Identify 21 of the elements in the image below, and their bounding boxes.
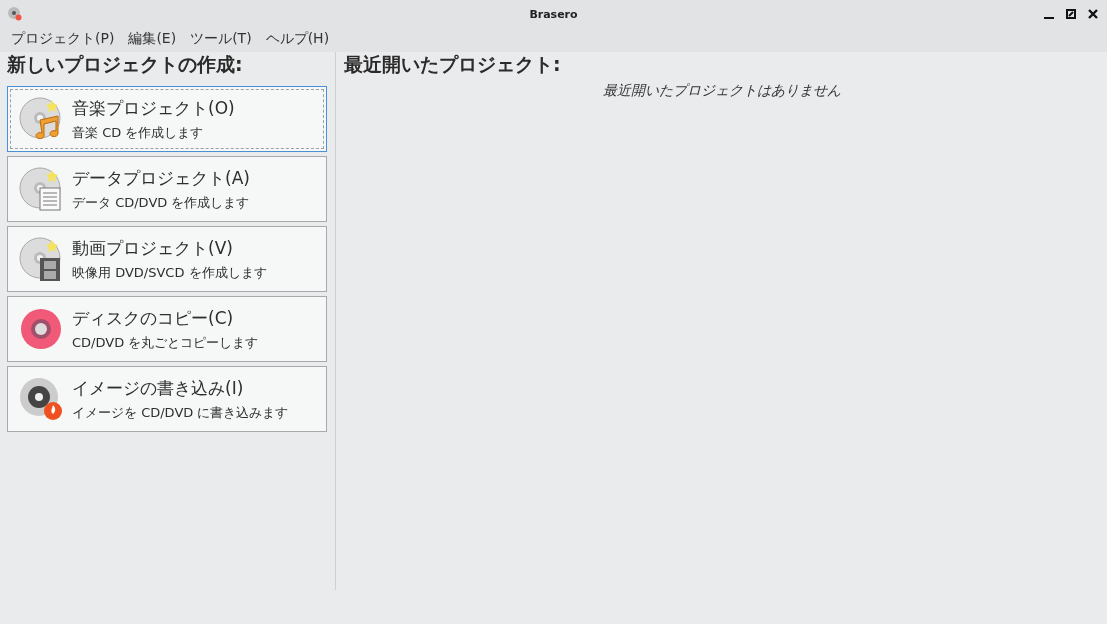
disc-document-icon [18,166,64,212]
empty-message: 最近開いたプロジェクトはありません [601,82,842,100]
project-button[interactable]: 動画プロジェクト(V) 映像用 DVD/SVCD を作成します [7,226,327,292]
window-title: Brasero [529,7,578,21]
section-heading: 最近開いたプロジェクト: [344,52,562,77]
disc-film-strip-icon [18,236,64,282]
menu-item[interactable]: 編集(E) [121,28,184,52]
close-icon[interactable] [1087,8,1099,20]
project-button[interactable]: ディスクのコピー(C) CD/DVD を丸ごとコピーします [7,296,327,362]
menu-item[interactable]: ツール(T) [183,28,259,52]
disc-music-note-icon [18,96,64,142]
section-heading: 新しいプロジェクトの作成: [7,52,244,77]
project-button[interactable]: イメージの書き込み(I) イメージを CD/DVD に書き込みます [7,366,327,432]
menu-item[interactable]: プロジェクト(P) [4,28,122,52]
maximize-icon[interactable] [1065,8,1077,20]
menu-item[interactable]: ヘルプ(H) [258,28,337,52]
project-button[interactable]: データプロジェクト(A) データ CD/DVD を作成します [7,156,327,222]
disc-flame-icon [18,376,64,422]
app-disc-icon [8,7,22,21]
project-button[interactable]: 音楽プロジェクト(O) 音楽 CD を作成します [7,86,327,152]
disc-icon [18,306,64,352]
